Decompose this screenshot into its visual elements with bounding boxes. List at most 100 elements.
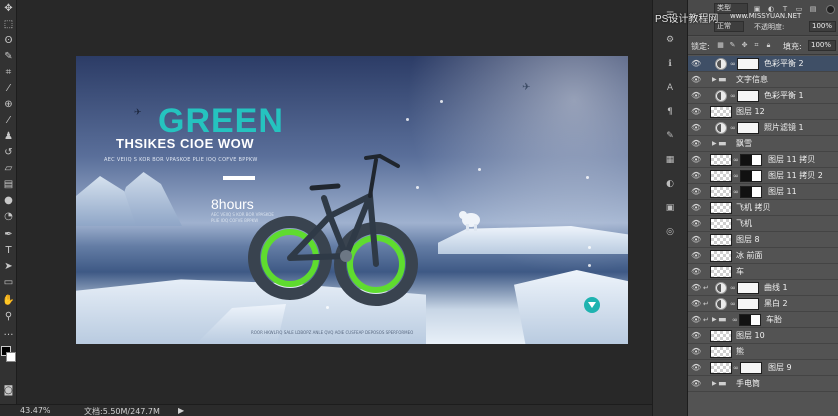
status-menu-arrow-icon[interactable]: ▶ (178, 406, 184, 415)
background-color-swatch[interactable] (6, 352, 16, 362)
eye-icon[interactable]: 👁︎ (691, 75, 701, 85)
brush-tool-icon[interactable]: ⁄ (2, 114, 15, 127)
swatches-panel-icon[interactable]: ▦ (663, 154, 677, 166)
layer-row[interactable]: 👁︎ 车 (688, 264, 838, 280)
layer-row[interactable]: 👁︎ ∞ 照片滤镜 1 (688, 120, 838, 136)
move-tool-icon[interactable]: ✥ (2, 2, 15, 15)
healing-brush-tool-icon[interactable]: ⊕ (2, 98, 15, 111)
channels-panel-icon[interactable]: ◎ (663, 226, 677, 238)
layer-mask-thumbnail[interactable] (737, 58, 759, 70)
fill-field[interactable]: 100% (808, 40, 836, 51)
clone-stamp-tool-icon[interactable]: ♟ (2, 130, 15, 143)
layer-row[interactable]: 👁︎ ∞ 图层 11 拷贝 2 (688, 168, 838, 184)
layer-row[interactable]: 👁︎ 熊 (688, 344, 838, 360)
zoom-level[interactable]: 43.47% (20, 406, 51, 415)
hand-tool-icon[interactable]: ✋ (2, 294, 15, 307)
layer-row[interactable]: 👁︎ ∞ 图层 11 拷贝 (688, 152, 838, 168)
layer-row[interactable]: 👁︎ ↵ ▶ ▬ ∞ 车胎 (688, 312, 838, 328)
layer-row[interactable]: 👁︎ ∞ 图层 9 (688, 360, 838, 376)
eye-icon[interactable]: 👁︎ (691, 379, 701, 389)
layer-row[interactable]: 👁︎ ∞ 图层 11 (688, 184, 838, 200)
eye-icon[interactable]: 👁︎ (691, 123, 701, 133)
type-tool-icon[interactable]: T (2, 244, 15, 257)
filter-toggle[interactable] (826, 5, 835, 14)
blur-tool-icon[interactable]: ● (2, 194, 15, 207)
layer-row[interactable]: 👁︎ 图层 8 (688, 232, 838, 248)
layer-row[interactable]: 👁︎ 图层 12 (688, 104, 838, 120)
eye-icon[interactable]: 👁︎ (691, 59, 701, 69)
layer-mask-thumbnail[interactable] (740, 186, 762, 198)
layer-row[interactable]: 👁︎ 飞机 (688, 216, 838, 232)
opacity-field[interactable]: 100% (809, 21, 836, 32)
eye-icon[interactable]: 👁︎ (691, 235, 701, 245)
styles-panel-icon[interactable]: ▣ (663, 202, 677, 214)
layer-row[interactable]: 👁︎ ∞ 色彩平衡 2 (688, 56, 838, 72)
eye-icon[interactable]: 👁︎ (691, 203, 701, 213)
eyedropper-tool-icon[interactable]: ⁄ (2, 82, 15, 95)
info-panel-icon[interactable]: ℹ (663, 58, 677, 70)
eye-icon[interactable]: 👁︎ (691, 363, 701, 373)
eye-icon[interactable]: 👁︎ (691, 219, 701, 229)
layer-mask-thumbnail[interactable] (737, 90, 759, 102)
layer-row[interactable]: 👁︎ ▶ ▬ 文字信息 (688, 72, 838, 88)
marquee-tool-icon[interactable]: ⬚ (2, 18, 15, 31)
lock-image-icon[interactable]: ✎ (728, 41, 737, 50)
layer-mask-thumbnail[interactable] (740, 362, 762, 374)
quick-mask-icon[interactable]: ◙ (2, 384, 15, 397)
zoom-tool-icon[interactable]: ⚲ (2, 310, 15, 323)
dodge-tool-icon[interactable]: ◔ (2, 210, 15, 223)
eye-icon[interactable]: 👁︎ (691, 171, 701, 181)
eye-icon[interactable]: 👁︎ (691, 187, 701, 197)
layer-mask-thumbnail[interactable] (740, 170, 762, 182)
layer-row[interactable]: 👁︎ ∞ 色彩平衡 1 (688, 88, 838, 104)
eye-icon[interactable]: 👁︎ (691, 299, 701, 309)
layer-row[interactable]: 👁︎ ▶ ▬ 飘雪 (688, 136, 838, 152)
layer-name: 车胎 (766, 315, 782, 324)
eye-icon[interactable]: 👁︎ (691, 139, 701, 149)
eye-icon[interactable]: 👁︎ (691, 331, 701, 341)
properties-panel-icon[interactable]: ⚙ (663, 34, 677, 46)
layer-mask-thumbnail[interactable] (737, 122, 759, 134)
eye-icon[interactable]: 👁︎ (691, 315, 701, 325)
eye-icon[interactable]: 👁︎ (691, 251, 701, 261)
adjustments-panel-icon[interactable]: ◐ (663, 178, 677, 190)
lock-artboard-icon[interactable]: ⌗ (752, 41, 761, 50)
eye-icon[interactable]: 👁︎ (691, 283, 701, 293)
filter-smart-object-icon[interactable]: ▤ (808, 4, 818, 14)
character-panel-icon[interactable]: A (663, 82, 677, 94)
eye-icon[interactable]: 👁︎ (691, 91, 701, 101)
history-brush-tool-icon[interactable]: ↺ (2, 146, 15, 159)
layer-row[interactable]: 👁︎ 飞机 拷贝 (688, 200, 838, 216)
document-canvas[interactable]: ✈ ✈ GREEN THSIKES CIOE WOW AEC VEIIQ S K… (18, 0, 652, 404)
layer-row[interactable]: 👁︎ 冰 前面 (688, 248, 838, 264)
layer-mask-thumbnail[interactable] (740, 154, 762, 166)
eye-icon[interactable]: 👁︎ (691, 267, 701, 277)
layer-row[interactable]: 👁︎ ↵ ∞ 曲线 1 (688, 280, 838, 296)
blend-mode-select[interactable]: 正常 (714, 21, 744, 32)
layer-row[interactable]: 👁︎ ↵ ∞ 黑白 2 (688, 296, 838, 312)
eye-icon[interactable]: 👁︎ (691, 155, 701, 165)
lasso-tool-icon[interactable]: ʘ (2, 34, 15, 47)
crop-tool-icon[interactable]: ⌗ (2, 66, 15, 79)
shape-tool-icon[interactable]: ▭ (2, 276, 15, 289)
layer-mask-thumbnail[interactable] (737, 282, 759, 294)
pen-tool-icon[interactable]: ✒ (2, 228, 15, 241)
quick-select-tool-icon[interactable]: ✎ (2, 50, 15, 63)
layer-name: 图层 12 (736, 107, 765, 116)
layer-row[interactable]: 👁︎ ▶ ▬ 手电筒 (688, 376, 838, 392)
eye-icon[interactable]: 👁︎ (691, 347, 701, 357)
lock-position-icon[interactable]: ✥ (740, 41, 749, 50)
layer-mask-thumbnail[interactable] (737, 298, 759, 310)
paragraph-panel-icon[interactable]: ¶ (663, 106, 677, 118)
layer-mask-thumbnail[interactable] (739, 314, 761, 326)
layer-name: 飞机 拷贝 (736, 203, 771, 212)
lock-transparent-icon[interactable]: ▦ (716, 41, 725, 50)
path-selection-tool-icon[interactable]: ➤ (2, 260, 15, 273)
eye-icon[interactable]: 👁︎ (691, 107, 701, 117)
lock-all-icon[interactable]: 🔒︎ (764, 41, 773, 50)
more-tools-icon[interactable]: … (2, 326, 15, 339)
layer-row[interactable]: 👁︎ 图层 10 (688, 328, 838, 344)
eraser-tool-icon[interactable]: ▱ (2, 162, 15, 175)
brush-panel-icon[interactable]: ✎ (663, 130, 677, 142)
gradient-tool-icon[interactable]: ▤ (2, 178, 15, 191)
